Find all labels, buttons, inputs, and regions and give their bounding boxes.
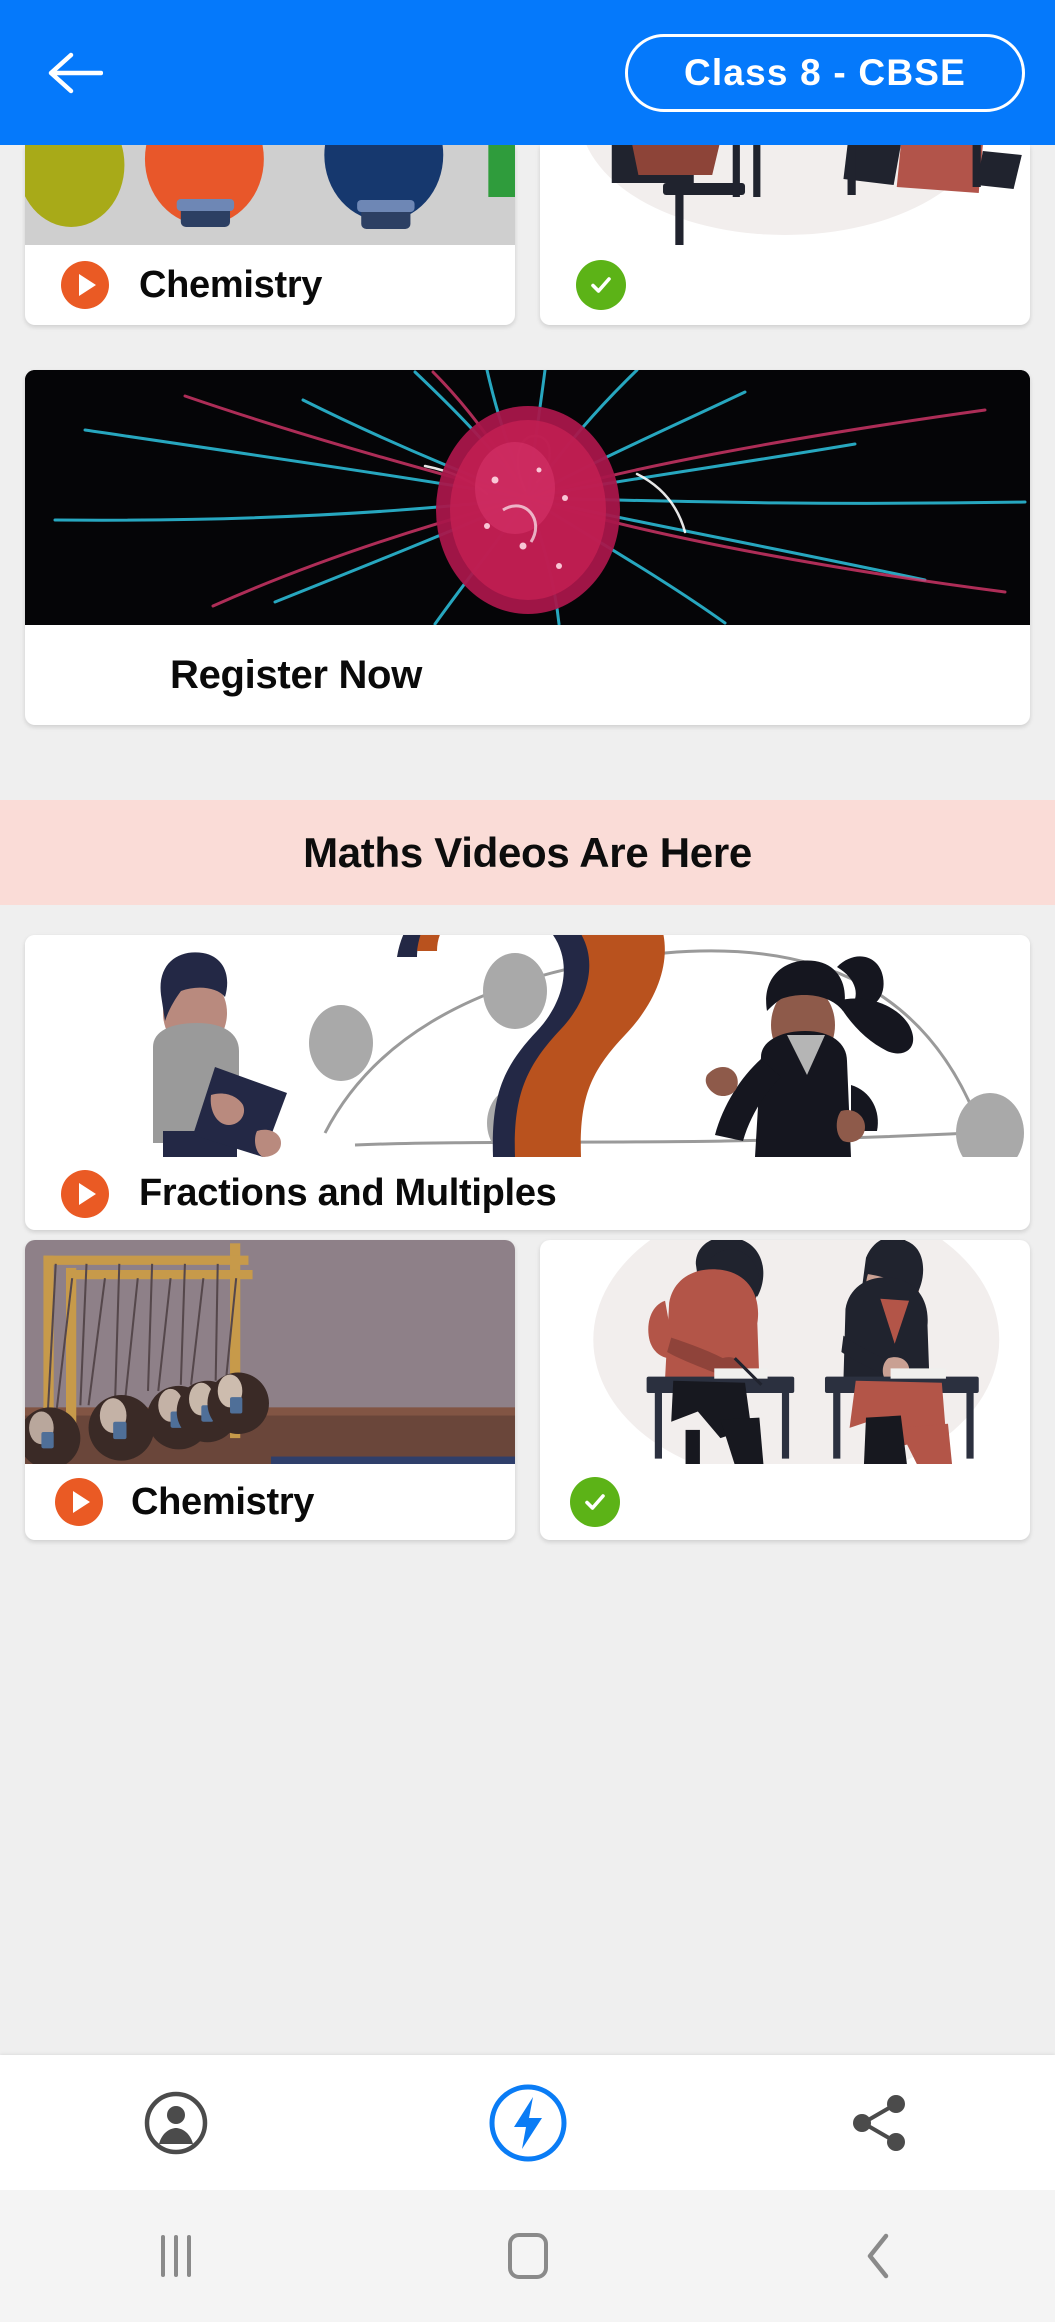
card-thumbnail-question-mark (25, 935, 1030, 1157)
top-card-row: Chemistry (0, 145, 1055, 325)
home-icon (507, 2233, 548, 2279)
bottom-navigation-bar (0, 2055, 1055, 2190)
video-card-chemistry-top[interactable]: Chemistry (25, 145, 515, 325)
account-circle-icon (144, 2091, 208, 2154)
nav-item-account[interactable] (0, 2055, 352, 2190)
check-icon[interactable] (576, 260, 626, 310)
content-scroll-area[interactable]: Chemistry Register Now Maths Videos Are … (0, 145, 1055, 2055)
back-chevron-icon (867, 2233, 889, 2279)
nav-item-share[interactable] (703, 2055, 1055, 2190)
nav-item-flash[interactable] (352, 2055, 704, 2190)
back-button[interactable] (40, 38, 110, 108)
android-system-navigation (0, 2190, 1055, 2322)
card-title: Chemistry (131, 1480, 315, 1523)
share-icon (853, 2094, 906, 2151)
card-thumbnail-newtons-cradle (25, 1240, 515, 1464)
video-card-chemistry-bottom[interactable]: Chemistry (25, 1240, 515, 1540)
video-card-fractions[interactable]: Fractions and Multiples (25, 935, 1030, 1230)
app-header: Class 8 - CBSE (0, 0, 1055, 145)
card-thumbnail-balloons (25, 145, 515, 245)
quiz-card-bottom[interactable] (540, 1240, 1030, 1540)
card-title: Fractions and Multiples (139, 1172, 557, 1214)
check-icon[interactable] (570, 1477, 620, 1527)
class-selector-pill[interactable]: Class 8 - CBSE (625, 33, 1025, 112)
system-home-button[interactable] (352, 2233, 704, 2279)
card-footer: Chemistry (25, 1464, 515, 1540)
class-selector-label: Class 8 - CBSE (683, 51, 967, 93)
card-footer: Fractions and Multiples (25, 1157, 1030, 1230)
system-recents-button[interactable] (0, 2235, 352, 2277)
card-footer: Chemistry (25, 245, 515, 325)
card-thumbnail-exam (540, 145, 1030, 245)
bottom-card-row: Chemistry (0, 1240, 1055, 1540)
play-icon[interactable] (61, 261, 109, 309)
recents-icon (160, 2235, 191, 2277)
system-back-button[interactable] (703, 2231, 1055, 2281)
card-footer (540, 245, 1030, 325)
card-thumbnail-exam (540, 1240, 1030, 1464)
card-footer (540, 1464, 1030, 1540)
card-title: Register Now (170, 652, 423, 697)
lightning-bolt-icon (489, 2084, 566, 2161)
card-thumbnail-plasma-ball (25, 370, 1030, 625)
quiz-card-top[interactable] (540, 145, 1030, 325)
card-title: Chemistry (139, 263, 323, 306)
play-icon[interactable] (55, 1478, 103, 1526)
section-banner-maths: Maths Videos Are Here (0, 800, 1055, 905)
section-banner-title: Maths Videos Are Here (303, 828, 752, 876)
register-now-card[interactable]: Register Now (25, 370, 1030, 725)
play-icon[interactable] (61, 1169, 109, 1218)
arrow-left-icon (48, 52, 103, 93)
card-footer: Register Now (25, 625, 1030, 725)
